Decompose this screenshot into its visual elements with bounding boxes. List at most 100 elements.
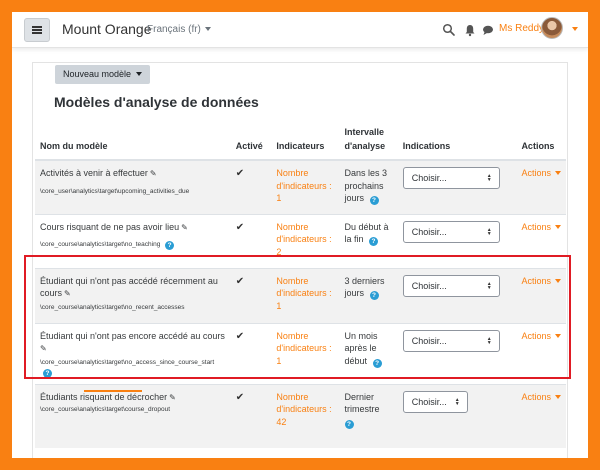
- chevron-down-icon: [136, 72, 143, 76]
- help-icon[interactable]: ?: [372, 358, 382, 368]
- language-menu[interactable]: Français (fr): [147, 24, 211, 35]
- avatar[interactable]: [541, 17, 563, 39]
- indicators-link[interactable]: Nombre d'indicateurs : 1: [276, 331, 331, 366]
- model-target-text: \core_course\analytics\target\no_teachin…: [40, 241, 161, 248]
- indicators-link[interactable]: Nombre d'indicateurs : 1: [276, 168, 331, 203]
- drawer-toggle-button[interactable]: [24, 18, 50, 42]
- help-icon[interactable]: ?: [369, 237, 379, 246]
- table-header-row: Nom du modèle Activé Indicateurs Interva…: [35, 123, 566, 161]
- help-icon[interactable]: ?: [369, 291, 379, 300]
- enabled-cell: ✔: [230, 213, 272, 268]
- check-icon: ✔: [235, 275, 245, 287]
- indicators-link[interactable]: Nombre d'indicateurs : 42: [276, 392, 331, 427]
- select-value: Choisir...: [411, 173, 447, 183]
- site-name[interactable]: Mount Orange: [62, 21, 152, 37]
- edit-pencil-icon[interactable]: ✎: [169, 392, 176, 405]
- help-icon[interactable]: ?: [344, 419, 354, 429]
- hamburger-icon: [32, 26, 42, 34]
- actions-label: Actions: [521, 391, 551, 402]
- edit-pencil-icon[interactable]: ✎: [64, 288, 71, 301]
- new-model-button[interactable]: Nouveau modèle: [55, 65, 151, 84]
- table-row: Étudiants risquant de décrocher ✎ \core_c…: [35, 383, 566, 448]
- indicators-cell: Nombre d'indicateurs : 1: [271, 267, 340, 323]
- active-underline: [84, 390, 142, 392]
- model-target: \core_user\analytics\target\upcoming_act…: [40, 187, 190, 195]
- actions-menu[interactable]: Actions: [521, 222, 561, 232]
- model-name: Étudiants risquant de décrocher: [40, 391, 168, 402]
- indicators-link[interactable]: Nombre d'indicateurs : 1: [276, 276, 331, 311]
- actions-label: Actions: [521, 275, 551, 286]
- insights-select[interactable]: Choisir... ▲ ▼: [402, 390, 468, 413]
- actions-label: Actions: [521, 221, 551, 232]
- chevron-down-icon: [554, 394, 561, 399]
- insights-select[interactable]: Choisir... ▲ ▼: [402, 220, 500, 243]
- interval-cell: 3 derniers jours ?: [339, 267, 398, 323]
- actions-menu[interactable]: Actions: [521, 392, 561, 402]
- chevron-down-icon: [554, 278, 561, 283]
- actions-menu[interactable]: Actions: [521, 168, 561, 178]
- select-arrows-icon: ▲ ▼: [486, 280, 492, 291]
- indicators-link[interactable]: Nombre d'indicateurs : 2: [276, 222, 331, 257]
- help-icon[interactable]: ?: [43, 368, 52, 378]
- select-arrows-icon: ▲ ▼: [486, 173, 492, 183]
- page-title: Modèles d'analyse de données: [54, 94, 259, 110]
- interval-text: Dernier trimestre: [344, 391, 380, 415]
- edit-pencil-icon[interactable]: ✎: [150, 168, 157, 181]
- help-icon[interactable]: ?: [369, 196, 379, 205]
- model-target-text: \core_course\analytics\target\no_access_…: [40, 358, 215, 366]
- select-arrows-icon: ▲ ▼: [486, 335, 492, 346]
- models-table: Nom du modèle Activé Indicateurs Interva…: [35, 123, 566, 448]
- indicators-cell: Nombre d'indicateurs : 42: [271, 383, 340, 448]
- chevron-down-icon: [204, 27, 211, 31]
- edit-pencil-icon[interactable]: ✎: [181, 222, 188, 235]
- insights-cell: Choisir... ▲ ▼: [397, 322, 517, 384]
- actions-label: Actions: [521, 330, 551, 341]
- insights-select[interactable]: Choisir... ▲ ▼: [402, 167, 500, 189]
- column-header-insights: Indications: [397, 123, 517, 161]
- page-frame: Mount Orange Français (fr) Ms Reddy Nouv…: [12, 12, 588, 458]
- interval-cell: Du début à la fin ?: [339, 213, 398, 268]
- table-row: Cours risquant de ne pas avoir lieu ✎ \co…: [35, 213, 566, 268]
- indicators-cell: Nombre d'indicateurs : 2: [271, 213, 340, 268]
- check-icon: ✔: [235, 168, 245, 179]
- insights-cell: Choisir... ▲ ▼: [397, 383, 517, 448]
- check-icon: ✔: [235, 391, 245, 403]
- messages-icon[interactable]: [481, 23, 495, 37]
- check-icon: ✔: [235, 221, 245, 233]
- enabled-cell: ✔: [230, 267, 272, 323]
- column-header-interval: Intervalle d'analyse: [339, 123, 398, 161]
- user-name[interactable]: Ms Reddy: [499, 23, 544, 34]
- model-name-cell: Cours risquant de ne pas avoir lieu ✎ \co…: [35, 213, 231, 268]
- model-target: \core_course\analytics\target\no_access_…: [40, 358, 226, 378]
- actions-menu[interactable]: Actions: [521, 276, 561, 286]
- chevron-down-icon: [554, 333, 561, 338]
- actions-label: Actions: [521, 168, 551, 178]
- column-header-name: Nom du modèle: [35, 123, 231, 161]
- actions-cell: Actions: [516, 383, 566, 448]
- interval-cell: Un mois après le début ?: [339, 322, 398, 384]
- enabled-cell: ✔: [230, 322, 272, 384]
- model-name-cell: Étudiant qui n'ont pas accédé récemment …: [35, 267, 231, 323]
- select-value: Choisir...: [411, 335, 447, 346]
- model-target: \core_course\analytics\target\no_recent_…: [40, 303, 185, 311]
- column-header-actions: Actions: [516, 123, 566, 161]
- help-icon[interactable]: ?: [165, 241, 175, 250]
- enabled-cell: ✔: [230, 159, 272, 214]
- insights-cell: Choisir... ▲ ▼: [397, 159, 517, 214]
- user-menu-chevron-icon[interactable]: [572, 27, 578, 31]
- model-name-cell: Activités à venir à effectuer ✎ \core_use…: [35, 159, 231, 214]
- interval-cell: Dernier trimestre?: [339, 383, 398, 448]
- select-value: Choisir...: [411, 396, 447, 407]
- insights-select[interactable]: Choisir... ▲ ▼: [402, 329, 500, 352]
- notification-bell-icon[interactable]: [463, 23, 477, 37]
- select-arrows-icon: ▲ ▼: [454, 396, 460, 407]
- search-icon[interactable]: [442, 23, 456, 37]
- insights-select[interactable]: Choisir... ▲ ▼: [402, 274, 500, 297]
- edit-pencil-icon[interactable]: ✎: [40, 343, 47, 356]
- actions-menu[interactable]: Actions: [521, 331, 561, 341]
- model-target: \core_course\analytics\target\no_teachin…: [40, 240, 226, 250]
- actions-cell: Actions: [516, 322, 566, 384]
- column-header-enabled: Activé: [230, 123, 272, 161]
- table-row: Activités à venir à effectuer ✎ \core_use…: [35, 159, 566, 214]
- interval-cell: Dans les 3 prochains jours ?: [339, 159, 398, 214]
